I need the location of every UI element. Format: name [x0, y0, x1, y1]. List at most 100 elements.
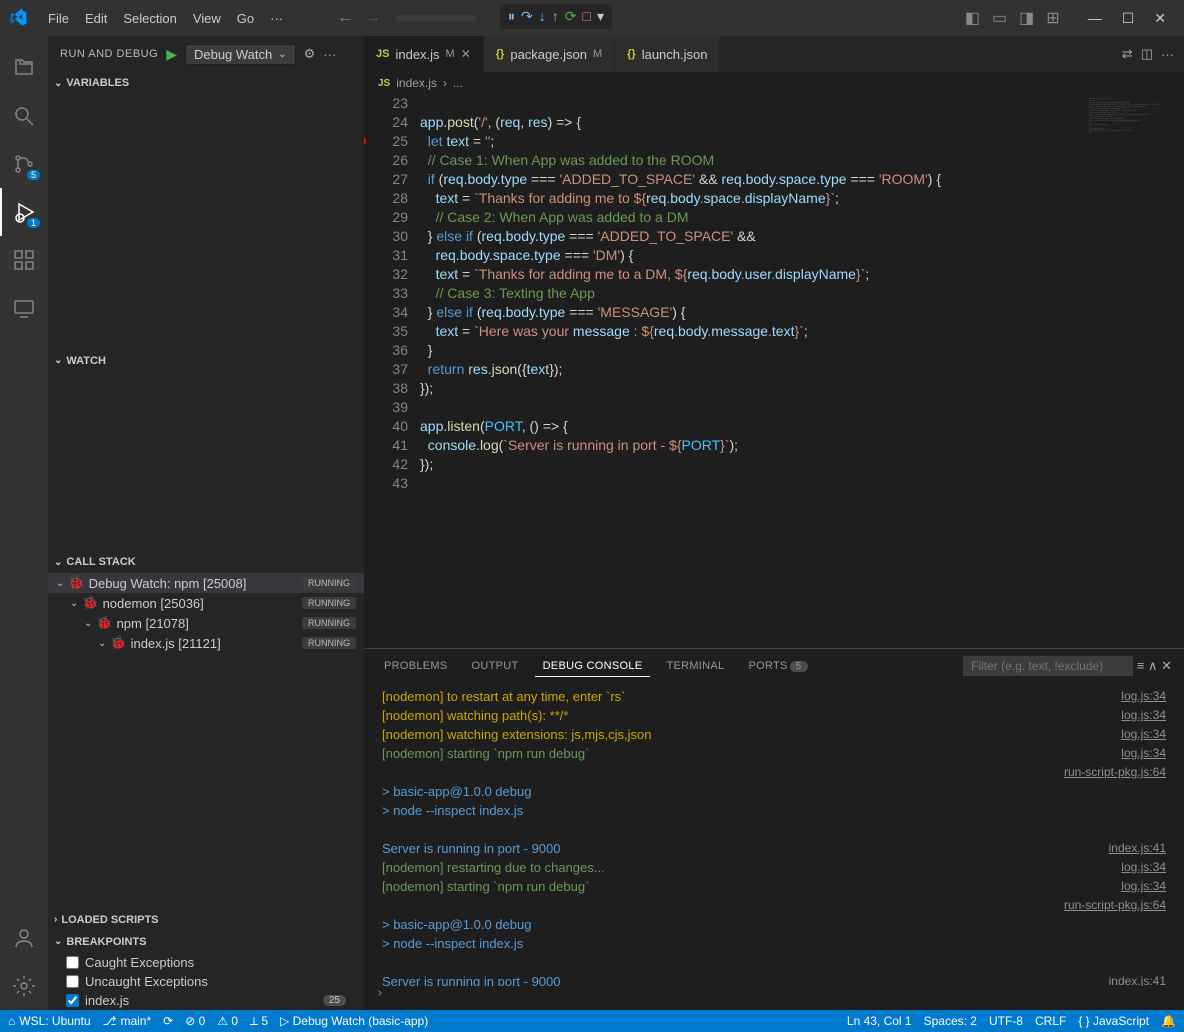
nav-forward-icon[interactable]: → [359, 9, 387, 27]
ports-status[interactable]: ⟂ 5 [250, 1014, 268, 1029]
console-line: [nodemon] watching extensions: js,mjs,cj… [382, 725, 1166, 744]
menu-view[interactable]: View [185, 11, 229, 26]
title-bar: FileEditSelectionViewGo··· ← → ◧▭◨⊞ —☐✕ … [0, 0, 1184, 36]
console-source-link[interactable]: log.js:34 [1121, 858, 1166, 877]
menu-edit[interactable]: Edit [77, 11, 115, 26]
menu-···[interactable]: ··· [262, 11, 291, 26]
explorer-icon[interactable] [0, 44, 48, 92]
panel-tab-terminal[interactable]: TERMINAL [658, 656, 732, 676]
more-icon[interactable]: ··· [1161, 47, 1174, 62]
close-icon[interactable]: ✕ [461, 47, 471, 61]
close-button[interactable]: ✕ [1144, 10, 1176, 26]
callstack-item[interactable]: ⌄ 🐞 nodemon [25036]RUNNING [48, 593, 364, 613]
minimap[interactable]: app.post('/', (req, res) => { let text =… [1084, 94, 1184, 648]
console-line: > node --inspect index.js [382, 801, 1166, 820]
split-icon[interactable]: ◫ [1141, 46, 1153, 62]
layout-icon-0[interactable]: ◧ [959, 10, 986, 27]
command-center-search[interactable] [395, 15, 477, 21]
launch-config-dropdown[interactable]: Debug Watch⌄ [185, 44, 296, 65]
warnings-status[interactable]: ⚠ 0 [217, 1014, 238, 1028]
debug-toolbar-btn-0[interactable]: ⏸ [508, 8, 515, 25]
settings-gear-icon[interactable] [0, 962, 48, 1010]
console-source-link[interactable]: log.js:34 [1121, 725, 1166, 744]
run-debug-icon[interactable]: 1 [0, 188, 48, 236]
start-debug-icon[interactable]: ▶ [166, 46, 177, 63]
panel-tab-problems[interactable]: PROBLEMS [376, 656, 456, 676]
console-source-link[interactable]: run-script-pkg.js:64 [1064, 896, 1166, 915]
console-source-link[interactable]: log.js:34 [1121, 687, 1166, 706]
encoding-status[interactable]: UTF-8 [989, 1014, 1023, 1028]
search-icon[interactable] [0, 92, 48, 140]
compare-icon[interactable]: ⇄ [1122, 46, 1133, 62]
uncaught-exceptions-checkbox[interactable]: Uncaught Exceptions [48, 972, 364, 991]
console-line: run-script-pkg.js:64 [382, 896, 1166, 915]
panel-tab-debug-console[interactable]: DEBUG CONSOLE [535, 656, 651, 677]
errors-status[interactable]: ⊘ 0 [185, 1014, 205, 1028]
source-control-icon[interactable]: 5 [0, 140, 48, 188]
clear-icon[interactable]: ∧ [1148, 658, 1158, 673]
remote-status[interactable]: ⌂ WSL: Ubuntu [8, 1014, 91, 1028]
cursor-position-status[interactable]: Ln 43, Col 1 [847, 1014, 912, 1028]
console-filter-input[interactable] [963, 656, 1133, 676]
close-panel-icon[interactable]: ✕ [1161, 658, 1172, 673]
caught-exceptions-checkbox[interactable]: Caught Exceptions [48, 953, 364, 972]
layout-icon-3[interactable]: ⊞ [1040, 10, 1065, 27]
panel-tab-output[interactable]: OUTPUT [464, 656, 527, 676]
breakpoint-dot[interactable] [364, 137, 366, 145]
git-branch-status[interactable]: ⎇ main* [103, 1014, 152, 1028]
eol-status[interactable]: CRLF [1035, 1014, 1066, 1028]
callstack-item[interactable]: ⌄ 🐞 index.js [21121]RUNNING [48, 633, 364, 653]
tab-package.json[interactable]: {}package.jsonM [484, 36, 615, 72]
language-status[interactable]: { } JavaScript [1078, 1014, 1149, 1028]
debug-console-output[interactable]: [nodemon] to restart at any time, enter … [364, 683, 1184, 986]
breakpoints-section-header[interactable]: ⌄BREAKPOINTS [48, 931, 364, 953]
debug-toolbar-btn-4[interactable]: ⟳ [565, 8, 577, 25]
menu-go[interactable]: Go [229, 11, 262, 26]
breakpoint-file-item[interactable]: index.js25 [48, 991, 364, 1010]
remote-icon[interactable] [0, 284, 48, 332]
more-icon[interactable]: ··· [323, 47, 336, 62]
minimize-button[interactable]: — [1078, 10, 1112, 26]
sync-status[interactable]: ⟳ [163, 1014, 173, 1028]
callstack-item[interactable]: ⌄ 🐞 Debug Watch: npm [25008]RUNNING [48, 573, 364, 593]
debug-toolbar-btn-3[interactable]: ↑ [552, 8, 559, 25]
tab-index.js[interactable]: JSindex.jsM✕ [364, 36, 484, 72]
menu-file[interactable]: File [40, 11, 77, 26]
code-editor[interactable]: app.post('/', (req, res) => { let text =… [420, 94, 1084, 648]
menu-selection[interactable]: Selection [115, 11, 184, 26]
debug-console-input[interactable]: › [364, 986, 1184, 1010]
maximize-button[interactable]: ☐ [1112, 10, 1145, 26]
debug-toolbar-btn-6[interactable]: ▾ [597, 8, 604, 25]
console-source-link[interactable]: index.js:41 [1109, 839, 1166, 858]
debug-toolbar-btn-1[interactable]: ↷ [521, 8, 533, 25]
console-source-link[interactable]: log.js:34 [1121, 706, 1166, 725]
watch-section-header[interactable]: ⌄WATCH [48, 350, 364, 372]
console-source-link[interactable]: run-script-pkg.js:64 [1064, 763, 1166, 782]
debug-toolbar-btn-5[interactable]: □ [582, 8, 590, 25]
loaded-scripts-section-header[interactable]: ›LOADED SCRIPTS [48, 909, 364, 931]
debug-status[interactable]: ▷ Debug Watch (basic-app) [280, 1014, 428, 1028]
breadcrumb[interactable]: JS index.js › ... [364, 72, 1184, 94]
gear-icon[interactable]: ⚙ [304, 46, 316, 62]
callstack-item[interactable]: ⌄ 🐞 npm [21078]RUNNING [48, 613, 364, 633]
account-icon[interactable] [0, 914, 48, 962]
variables-section-header[interactable]: ⌄VARIABLES [48, 72, 364, 94]
notifications-icon[interactable]: 🔔 [1161, 1014, 1176, 1028]
console-line: run-script-pkg.js:64 [382, 763, 1166, 782]
console-line: > node --inspect index.js [382, 934, 1166, 953]
filter-icon[interactable]: ≡ [1137, 658, 1145, 673]
line-gutter[interactable]: 2324252627282930313233343536373839404142… [364, 94, 420, 648]
console-source-link[interactable]: log.js:34 [1121, 877, 1166, 896]
layout-icon-1[interactable]: ▭ [986, 10, 1013, 27]
nav-back-icon[interactable]: ← [331, 9, 359, 27]
callstack-section-header[interactable]: ⌄CALL STACK [48, 551, 364, 573]
indent-status[interactable]: Spaces: 2 [924, 1014, 977, 1028]
console-source-link[interactable]: index.js:41 [1109, 972, 1166, 986]
console-line: [nodemon] watching path(s): **/*log.js:3… [382, 706, 1166, 725]
tab-launch.json[interactable]: {}launch.json [615, 36, 720, 72]
debug-toolbar-btn-2[interactable]: ↓ [539, 8, 546, 25]
panel-tab-ports[interactable]: PORTS5 [740, 656, 815, 676]
console-source-link[interactable]: log.js:34 [1121, 744, 1166, 763]
extensions-icon[interactable] [0, 236, 48, 284]
layout-icon-2[interactable]: ◨ [1013, 10, 1040, 27]
